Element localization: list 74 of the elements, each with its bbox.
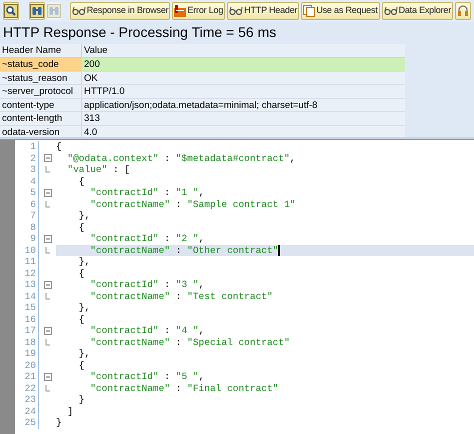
toolbar-button[interactable]: Data Explorer [382,2,453,20]
code-line: }, [78,256,92,268]
collapse-icon[interactable] [44,326,52,335]
table-cell: ~server_protocol [0,85,82,98]
code-line: } [56,417,63,428]
code-line: "contractName" : "Final contract" [89,382,280,394]
code-line: "value" : [ [66,164,132,176]
fold-end-icon [44,166,50,174]
table-cell-text: HTTP/1.0 [83,85,126,98]
binoculars-icon [47,4,62,18]
code-line: "contractName" : "Special contract" [89,336,291,348]
code-line: }, [78,302,92,314]
toolbar-button[interactable]: Use as Request [301,2,380,20]
collapse-icon[interactable] [44,280,52,289]
code-editor[interactable] [0,140,474,434]
table-row[interactable]: content-length 313 [0,112,405,126]
toolbar-button[interactable]: Error Log [172,2,226,20]
page-title: HTTP Response - Processing Time = 56 ms [2,23,278,42]
column-header: Header Name [0,44,82,57]
table-cell-text: 4.0 [83,126,98,137]
toolbar-button[interactable] [455,2,471,20]
find-button[interactable] [29,2,45,20]
copy-icon [303,5,316,17]
code-line: }, [78,210,92,222]
collapse-icon[interactable] [44,188,52,197]
code-line: { [78,176,86,187]
table-cell: ~status_reason [0,72,82,84]
table-cell-text: 200 [83,58,101,70]
column-header: Value [82,44,405,57]
glasses-icon [72,6,86,16]
fold-end-icon [44,384,50,392]
search-button[interactable] [3,2,19,20]
collapse-icon[interactable] [44,372,52,381]
collapse-icon[interactable] [44,234,52,243]
code-line: { [78,268,86,279]
code-line: { [56,141,63,152]
fold-end-icon [44,246,50,254]
toolbar-button[interactable]: Response in Browser [70,2,170,20]
code-line: { [78,314,86,325]
code-line: { [78,360,86,371]
table-row[interactable]: odata-version 4.0 [0,126,405,137]
table-cell-text: OK [83,72,99,84]
code-line: }, [78,348,92,360]
fold-end-icon [44,338,50,346]
log-icon [174,5,186,17]
fold-end-icon [44,200,50,208]
search-icon [4,4,18,18]
collapse-icon[interactable] [44,154,52,162]
glasses-icon [229,6,244,16]
code-line: { [78,222,86,233]
table-cell: ~status_code [0,58,82,70]
code-line: "contractId" : "1 ", [89,187,206,198]
table-cell: content-length [0,112,82,124]
toolbar-button[interactable]: HTTP Header [227,2,300,20]
table-row[interactable]: ~status_code 200 [0,58,405,72]
code-line: "contractId" : "4 ", [89,325,206,336]
table-row[interactable]: content-type application/json;odata.metadata=minimal; charset=utf-8 [0,98,405,112]
binoculars-icon [30,4,44,18]
code-line: "contractId" : "2 ", [89,233,206,244]
table-row[interactable]: ~status_reason OK [0,72,405,85]
fold-end-icon [44,292,50,300]
code-line: ] [66,406,74,417]
table-cell: content-type [0,98,82,111]
code-line: "contractName" : "Sample contract 1" [89,198,296,210]
code-line: } [78,394,86,406]
headset-icon [457,5,469,17]
glasses-icon [384,6,398,16]
table-cell-text: application/json;odata.metadata=minimal; charset=utf-8 [83,98,318,111]
code-line: "contractName" : "Test contract" [89,290,274,302]
code-line: "contractId" : "5 ", [89,371,206,382]
code-line: "contractId" : "3 ", [89,279,206,290]
table-cell-text: 313 [83,112,101,124]
code-line: "@odata.context" : "$metadata#contract", [66,152,296,164]
table-row[interactable]: ~server_protocol HTTP/1.0 [0,85,405,98]
